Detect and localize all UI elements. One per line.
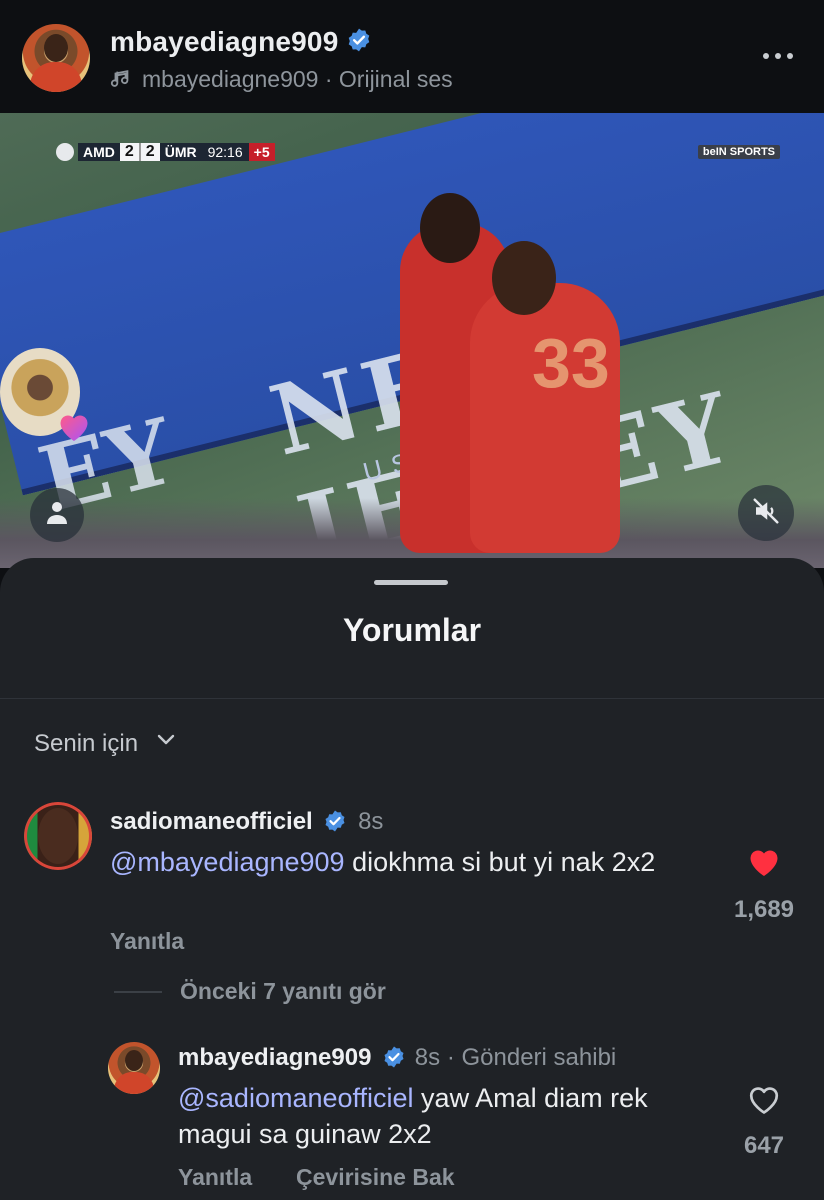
author-username-row[interactable]: mbayediagne909 [110,26,372,60]
more-icon [763,53,769,59]
comment-username-row: sadiomaneofficiel 8s [110,808,383,840]
comment-mention[interactable]: @mbayediagne909 [110,847,345,877]
mute-button[interactable] [738,485,794,541]
tagged-people-button[interactable] [30,488,84,542]
see-translation-button[interactable]: Çevirisine Bak [296,1164,455,1191]
reply-button[interactable]: Yanıtla [110,928,184,955]
audio-attribution[interactable]: mbayediagne909 · Orijinal ses [110,66,453,96]
divider [0,698,824,699]
author-badge: Gönderi sahibi [461,1044,617,1071]
reply-time: 8s [414,1044,441,1071]
mute-icon [751,496,781,531]
music-note-icon [110,68,132,96]
verified-icon [323,809,347,840]
reply-like-count: 647 [743,1132,785,1159]
like-count: 1,689 [733,896,795,923]
author-username[interactable]: mbayediagne909 [110,26,338,57]
reply-mention[interactable]: @sadiomaneofficiel [178,1083,414,1113]
comment-text: @mbayediagne909 diokhma si but yi nak 2x… [110,844,710,880]
competition-logo [56,143,74,161]
away-team: ÜMR [159,143,202,161]
reply-like-button[interactable] [746,1082,782,1121]
away-score: 2 [138,143,160,161]
person-icon [45,500,69,531]
reply-reply-button[interactable]: Yanıtla [178,1164,252,1191]
verified-icon [382,1045,406,1076]
more-options-button[interactable] [758,44,798,68]
like-button[interactable] [746,844,782,883]
reply-text: @sadiomaneofficiel yaw Amal diam rek mag… [178,1080,698,1152]
comment-username[interactable]: sadiomaneofficiel [110,808,313,835]
match-clock: 92:16 [201,143,249,161]
author-avatar[interactable] [22,24,90,92]
reply-username[interactable]: mbayediagne909 [178,1044,371,1071]
home-team: AMD [78,143,120,161]
commenter-avatar[interactable] [24,802,92,870]
sheet-drag-handle[interactable] [374,580,448,585]
added-time: +5 [248,143,275,161]
heart-filled-icon [746,850,782,882]
reel-header: mbayediagne909 mbayediagne909 · Orijinal… [0,0,824,113]
comment-body: diokhma si but yi nak 2x2 [344,847,656,877]
video-player[interactable]: NEW JERSEY USE EY 33 AMD 2 2 ÜMR 92:16 +… [0,113,824,568]
sort-label: Senin için [34,729,139,757]
sort-selector[interactable]: Senin için [34,728,178,759]
reply-author-avatar[interactable] [108,1042,160,1094]
view-previous-replies-label: Önceki 7 yanıtı gör [180,978,386,1004]
home-score: 2 [119,143,139,161]
comment-time: 8s [358,808,384,835]
heart-outline-icon [746,1087,782,1120]
sheet-title: Yorumlar [342,612,482,648]
comments-sheet: Yorumlar Senin için sadiomaneofficiel 8s… [0,558,824,1200]
audio-label: mbayediagne909 · Orijinal ses [142,66,453,92]
heart-sticker-icon [56,409,92,443]
broadcaster-logo: beIN SPORTS [697,145,780,159]
divider [114,990,162,993]
view-previous-replies-button[interactable]: Önceki 7 yanıtı gör [114,978,386,1005]
reply-username-row: mbayediagne909 8s · Gönderi sahibi [178,1044,616,1076]
chevron-down-icon [154,728,178,759]
scorebug: AMD 2 2 ÜMR 92:16 +5 [56,143,275,161]
verified-icon [346,27,372,60]
player-figure: 33 [470,241,620,553]
